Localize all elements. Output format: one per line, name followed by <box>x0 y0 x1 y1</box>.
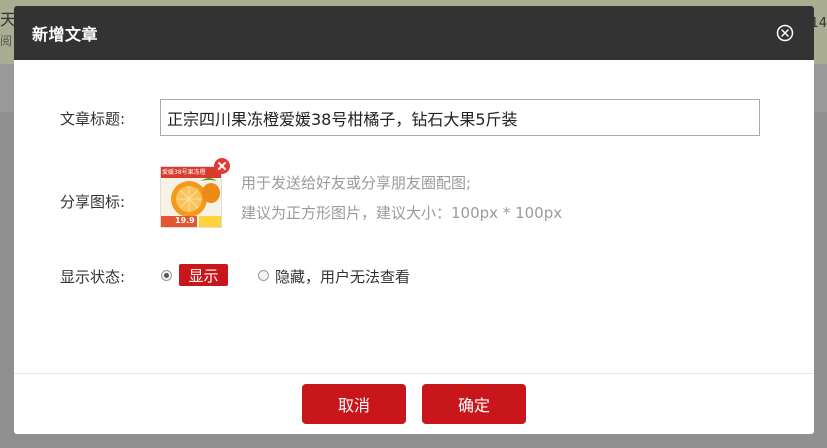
status-hide-radio[interactable] <box>258 270 269 281</box>
share-hint-line-2: 建议为正方形图片，建议大小：100px * 100px <box>241 204 563 222</box>
thumbnail-price: 19.9 <box>175 216 195 225</box>
background-text: 阅 <box>0 34 13 48</box>
close-icon[interactable] <box>774 22 796 44</box>
confirm-button[interactable]: 确定 <box>422 384 526 424</box>
dialog-header: 新增文章 <box>14 6 814 60</box>
status-show-radio[interactable] <box>161 270 172 281</box>
status-show-option[interactable]: 显示 <box>179 264 228 286</box>
add-article-dialog: 新增文章 文章标题: 分享图标: 爱媛38号果冻橙 19.9 <box>14 6 814 434</box>
display-status-label: 显示状态: <box>60 268 126 286</box>
thumbnail-caption: 爱媛38号果冻橙 <box>162 169 206 176</box>
share-hint-line-1: 用于发送给好友或分享朋友圈配图; <box>241 174 472 192</box>
title-label: 文章标题: <box>60 110 126 128</box>
footer-divider <box>14 373 814 374</box>
cancel-button[interactable]: 取消 <box>302 384 406 424</box>
article-title-input[interactable] <box>160 99 760 136</box>
delete-image-icon[interactable] <box>214 158 230 174</box>
share-icon-label: 分享图标: <box>60 193 126 211</box>
status-hide-option[interactable]: 隐藏，用户无法查看 <box>275 266 410 287</box>
dialog-title: 新增文章 <box>32 25 99 44</box>
share-icon-thumbnail[interactable]: 爱媛38号果冻橙 19.9 <box>160 166 222 228</box>
